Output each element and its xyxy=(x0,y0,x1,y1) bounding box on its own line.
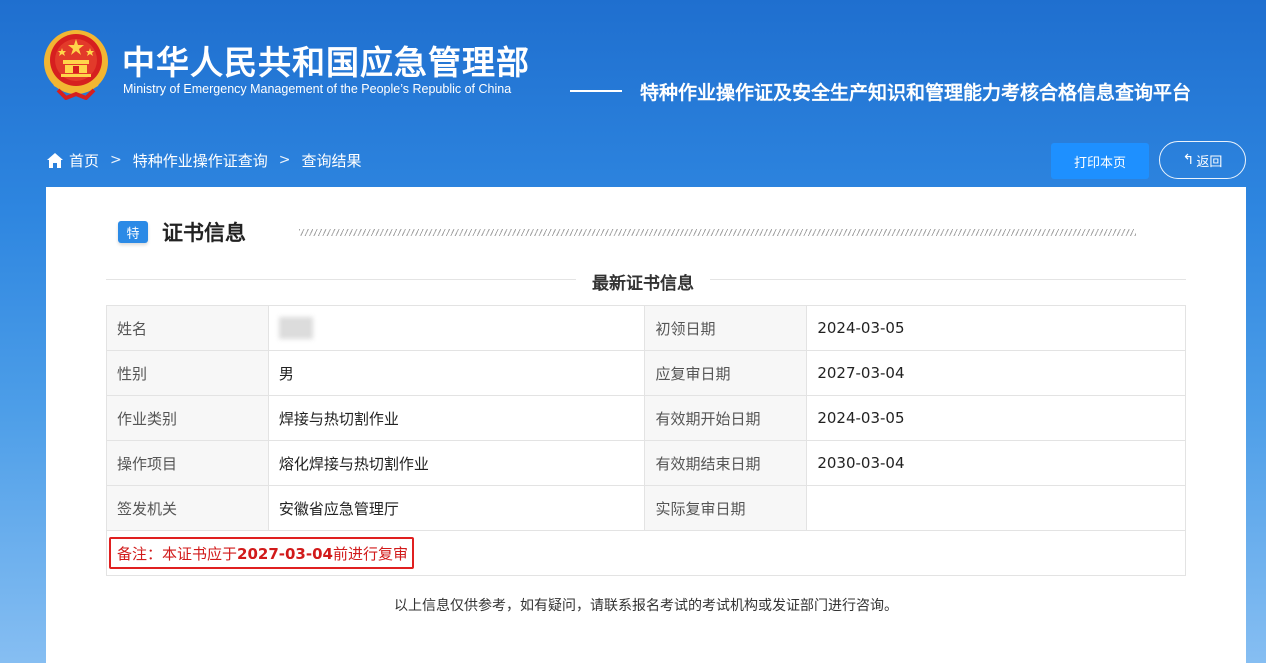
back-label: 返回 xyxy=(1196,154,1223,170)
note-suffix: 前进行复审 xyxy=(332,545,408,563)
value-first-issue-date: 2024-03-05 xyxy=(806,305,1186,351)
section-title-text: 证书信息 xyxy=(162,221,246,245)
breadcrumb: 首页 > 特种作业操作证查询 > 查询结果 xyxy=(46,148,362,172)
label-gender: 性别 xyxy=(106,350,269,396)
review-note: 备注：本证书应于2027-03-04前进行复审 xyxy=(109,537,414,569)
value-valid-start: 2024-03-05 xyxy=(806,395,1186,441)
table-row: 操作项目 熔化焊接与热切割作业 有效期结束日期 2030-03-04 xyxy=(106,440,1186,486)
header-divider xyxy=(570,90,622,92)
hatch-divider xyxy=(299,229,1136,236)
table-row: 姓名 初领日期 2024-03-05 xyxy=(106,305,1186,351)
special-badge: 特 xyxy=(118,221,148,243)
table-row: 作业类别 焊接与热切割作业 有效期开始日期 2024-03-05 xyxy=(106,395,1186,441)
breadcrumb-result: 查询结果 xyxy=(301,151,362,170)
subtitle: 最新证书信息 xyxy=(576,269,710,294)
note-cell: 备注：本证书应于2027-03-04前进行复审 xyxy=(106,530,1186,576)
note-date: 2027-03-04 xyxy=(237,545,333,563)
section-title: 特 证书信息 xyxy=(118,217,246,247)
org-name-cn: 中华人民共和国应急管理部 xyxy=(122,43,530,82)
label-actual-review-date: 实际复审日期 xyxy=(644,485,808,531)
print-button[interactable]: 打印本页 xyxy=(1051,143,1149,179)
national-emblem-icon xyxy=(44,30,108,100)
label-issuer: 签发机关 xyxy=(106,485,269,531)
redacted-name xyxy=(278,317,313,339)
label-valid-start: 有效期开始日期 xyxy=(644,395,808,441)
back-button[interactable]: ↰ 返回 xyxy=(1159,141,1246,179)
label-review-due-date: 应复审日期 xyxy=(644,350,808,396)
back-arrow-icon: ↰ xyxy=(1182,152,1195,168)
label-work-category: 作业类别 xyxy=(106,395,269,441)
chevron-right-icon: > xyxy=(278,152,291,168)
value-operation-item: 熔化焊接与热切割作业 xyxy=(267,440,646,486)
label-first-issue-date: 初领日期 xyxy=(644,305,808,351)
table-row: 性别 男 应复审日期 2027-03-04 xyxy=(106,350,1186,396)
value-review-due-date: 2027-03-04 xyxy=(806,350,1186,396)
note-row: 备注：本证书应于2027-03-04前进行复审 xyxy=(106,530,1186,576)
site-header: 中华人民共和国应急管理部 Ministry of Emergency Manag… xyxy=(0,0,1266,130)
note-prefix: 备注：本证书应于 xyxy=(117,545,238,563)
home-icon[interactable] xyxy=(46,152,64,169)
label-valid-end: 有效期结束日期 xyxy=(644,440,808,486)
footer-note: 以上信息仅供参考，如有疑问，请联系报名考试的考试机构或发证部门进行咨询。 xyxy=(394,598,898,614)
value-issuer: 安徽省应急管理厅 xyxy=(267,485,646,531)
value-valid-end: 2030-03-04 xyxy=(806,440,1186,486)
label-operation-item: 操作项目 xyxy=(106,440,269,486)
value-work-category: 焊接与热切割作业 xyxy=(267,395,646,441)
breadcrumb-home[interactable]: 首页 xyxy=(69,150,99,171)
breadcrumb-cert-query[interactable]: 特种作业操作证查询 xyxy=(133,150,268,171)
table-row: 签发机关 安徽省应急管理厅 实际复审日期 xyxy=(106,485,1186,531)
value-gender: 男 xyxy=(267,350,646,396)
certificate-table: 姓名 初领日期 2024-03-05 性别 男 应复审日期 2027-03-04… xyxy=(106,305,1186,576)
certificate-panel: 特 证书信息 最新证书信息 姓名 初领日期 2024-03-05 性别 男 应复… xyxy=(46,187,1246,663)
value-actual-review-date xyxy=(806,485,1186,531)
chevron-right-icon: > xyxy=(110,152,122,168)
value-name xyxy=(267,305,646,351)
label-name: 姓名 xyxy=(106,305,269,351)
org-name-en: Ministry of Emergency Management of the … xyxy=(123,82,512,96)
platform-title: 特种作业操作证及安全生产知识和管理能力考核合格信息查询平台 xyxy=(640,82,1192,104)
